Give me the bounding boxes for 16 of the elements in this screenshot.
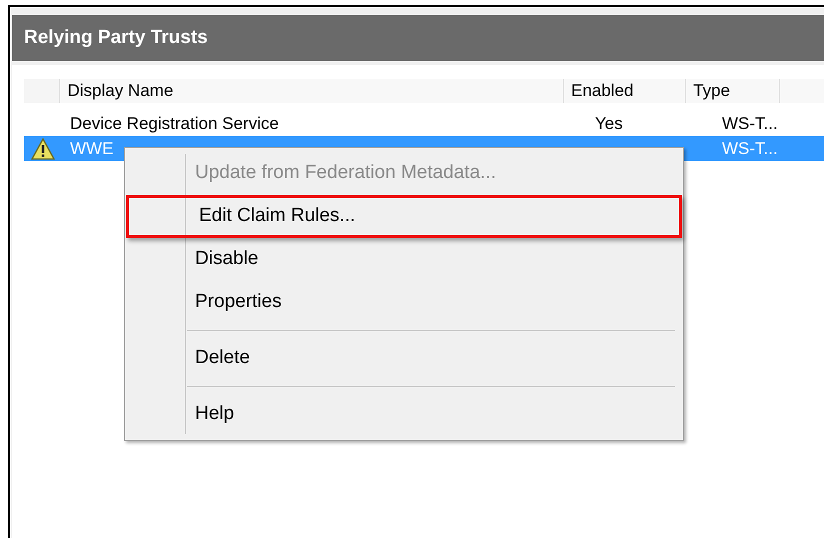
column-header[interactable]: Display Name (60, 79, 564, 103)
menu-item[interactable]: Help (125, 393, 683, 436)
table-cell: Device Registration Service (70, 114, 279, 133)
column-header[interactable] (24, 79, 60, 103)
table-cell: Yes (595, 114, 623, 133)
table-cell: WWE (70, 138, 114, 158)
table-cell: WS-T... (722, 114, 778, 133)
panel-title: Relying Party Trusts (24, 26, 208, 50)
menu-item[interactable]: Disable (125, 238, 683, 281)
column-header[interactable] (780, 79, 824, 103)
table-cell: WS-T... (722, 138, 778, 158)
column-header[interactable]: Type (686, 79, 780, 103)
column-header[interactable]: Enabled (564, 79, 686, 103)
menu-item[interactable]: Delete (125, 337, 683, 380)
menu-item[interactable]: Properties (125, 281, 683, 324)
menu-item[interactable]: Edit Claim Rules... (126, 195, 682, 238)
